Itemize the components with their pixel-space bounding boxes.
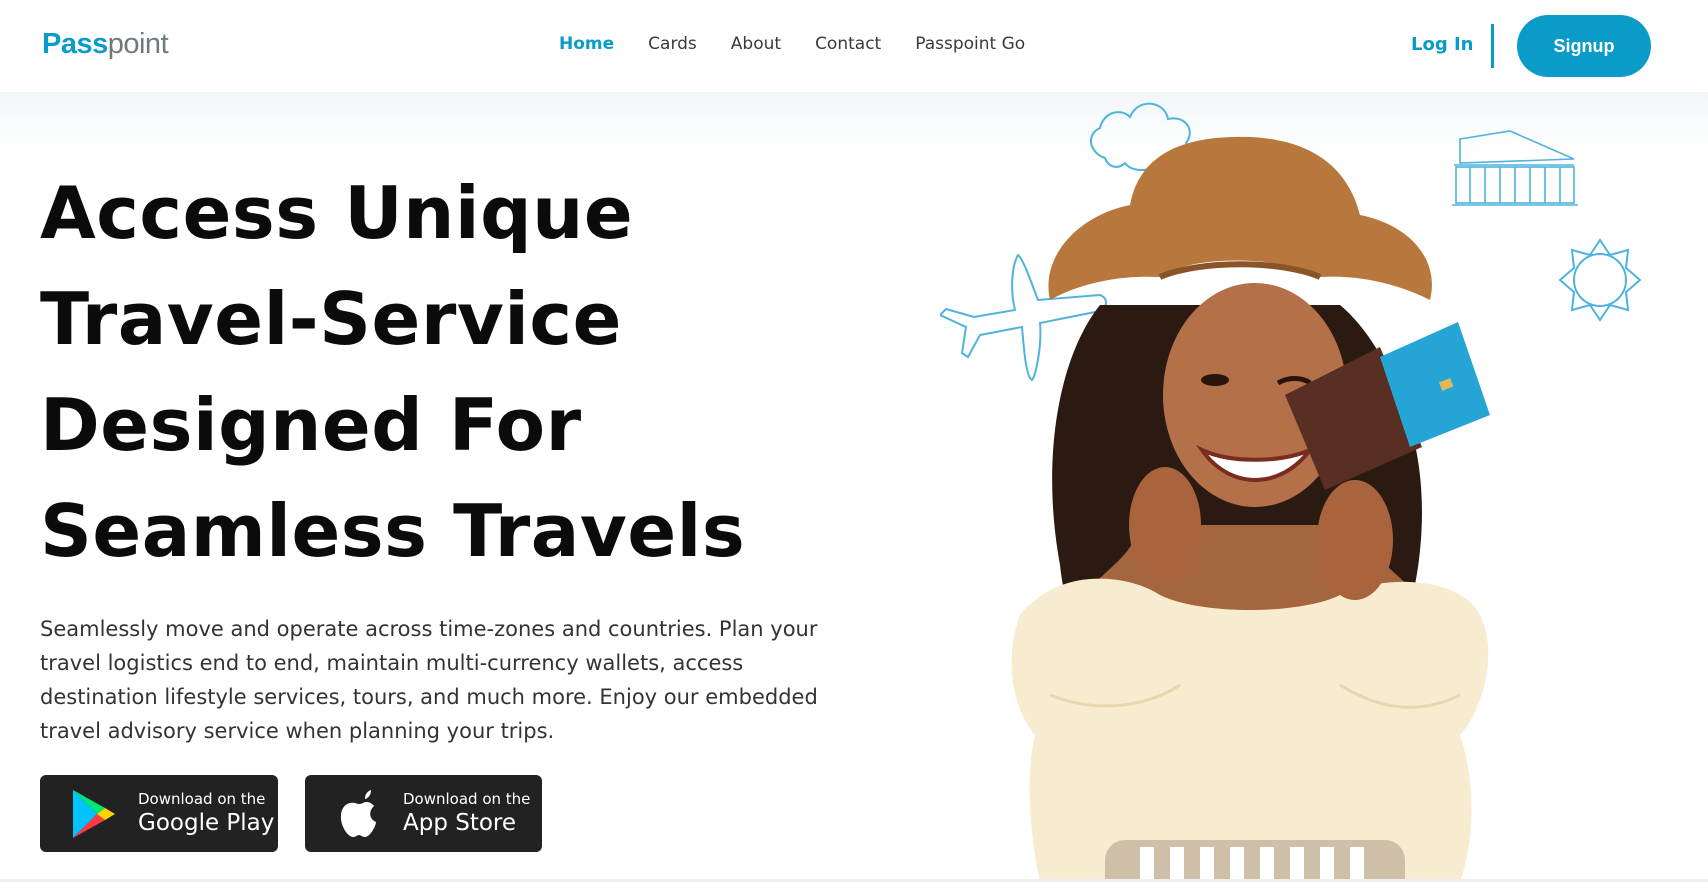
suitcase-shape xyxy=(1105,840,1405,882)
blouse-shape xyxy=(1011,578,1489,882)
app-store-button[interactable]: Download on the App Store xyxy=(305,775,542,852)
app-store-line2: App Store xyxy=(403,809,517,836)
google-play-line1: Download on the xyxy=(138,789,266,808)
headline-line-2: Travel-Service xyxy=(40,277,622,361)
login-link[interactable]: Log In xyxy=(1411,34,1474,55)
headline-line-3: Designed For xyxy=(40,383,582,467)
header-divider xyxy=(1491,24,1494,68)
headline-line-4: Seamless Travels xyxy=(40,489,746,573)
building-doodle-icon xyxy=(1452,130,1578,206)
logo-part-point: point xyxy=(107,28,169,60)
hero-headline: Access Unique Travel-Service Designed Fo… xyxy=(40,160,820,584)
site-header: Passpoint Home Cards About Contact Passp… xyxy=(0,0,1708,92)
google-play-icon xyxy=(64,785,122,843)
nav-home[interactable]: Home xyxy=(559,34,614,54)
app-store-line1: Download on the xyxy=(403,789,531,808)
nav-cards[interactable]: Cards xyxy=(648,34,697,54)
nav-about[interactable]: About xyxy=(731,34,781,54)
nav-passpoint-go[interactable]: Passpoint Go xyxy=(915,34,1025,54)
hero-description: Seamlessly move and operate across time-… xyxy=(40,617,818,743)
google-play-button[interactable]: Download on the Google Play xyxy=(40,775,278,852)
main-nav: Home Cards About Contact Passpoint Go xyxy=(559,34,1059,54)
sun-doodle-icon xyxy=(1558,238,1642,322)
app-store-text: Download on the App Store xyxy=(403,790,530,838)
logo-part-pass: Pass xyxy=(42,28,108,60)
apple-icon xyxy=(329,785,387,843)
signup-button[interactable]: Signup xyxy=(1517,15,1651,77)
passpoint-logo[interactable]: Passpoint xyxy=(42,28,169,61)
hero-illustration xyxy=(938,95,1660,882)
google-play-line2: Google Play xyxy=(138,809,275,836)
google-play-text: Download on the Google Play xyxy=(138,790,274,838)
nav-contact[interactable]: Contact xyxy=(815,34,881,54)
headline-line-1: Access Unique xyxy=(40,171,634,255)
